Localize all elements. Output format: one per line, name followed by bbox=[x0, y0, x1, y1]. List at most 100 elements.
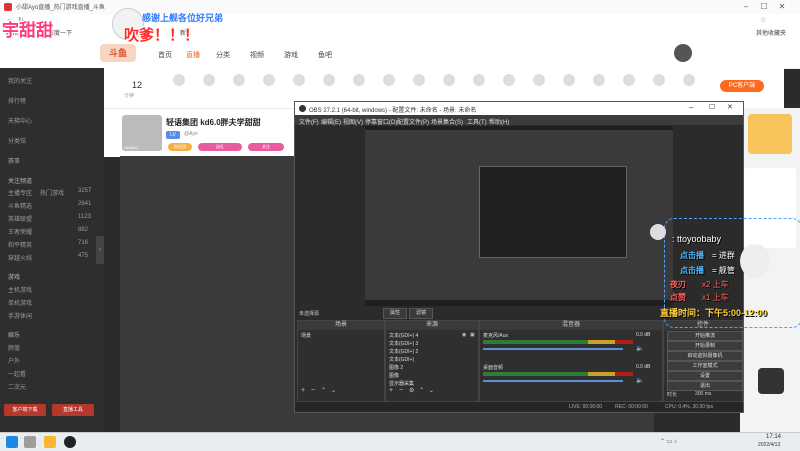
live-tool-button[interactable]: 直播工具 bbox=[52, 404, 94, 416]
virtual-camera-button[interactable]: 启动虚拟摄像机 bbox=[667, 351, 743, 361]
duration-value[interactable]: 300 ms bbox=[695, 391, 711, 397]
nav-live[interactable]: 直播 bbox=[186, 50, 200, 60]
sidebar-item-following[interactable]: 我的关注 bbox=[8, 76, 32, 85]
category-icon[interactable] bbox=[228, 74, 250, 100]
sidebar-collapse-icon[interactable]: ‹ bbox=[96, 236, 104, 264]
nav-game[interactable]: 游戏 bbox=[284, 50, 298, 60]
volume-slider[interactable] bbox=[483, 348, 623, 350]
scene-down-icon[interactable]: ⌄ bbox=[331, 387, 336, 394]
list-item[interactable]: 户外 bbox=[8, 356, 20, 365]
lock-icon[interactable]: ▣ bbox=[470, 332, 475, 338]
menu-profile[interactable]: 配置文件(P) bbox=[397, 117, 429, 126]
category-icon[interactable] bbox=[648, 74, 670, 100]
scene-add-icon[interactable]: + bbox=[301, 387, 305, 394]
pc-client-button[interactable]: PC客户端 bbox=[720, 80, 764, 92]
tag-gift[interactable]: 送礼 bbox=[198, 143, 242, 151]
source-item[interactable]: 文本(GDI+) 4 bbox=[389, 332, 418, 339]
source-add-icon[interactable]: + bbox=[389, 387, 393, 394]
nav-fishbar[interactable]: 鱼吧 bbox=[318, 50, 332, 60]
windows-start-icon[interactable] bbox=[6, 436, 18, 448]
studio-mode-button[interactable]: 工作室模式 bbox=[667, 361, 743, 371]
volume-slider[interactable] bbox=[483, 380, 623, 382]
category-icon[interactable] bbox=[288, 74, 310, 100]
search-icon[interactable] bbox=[24, 436, 36, 448]
speaker-icon[interactable]: 🔈 bbox=[636, 345, 643, 352]
category-icon[interactable] bbox=[528, 74, 550, 100]
source-up-icon[interactable]: ⌃ bbox=[419, 387, 424, 394]
category-icon[interactable] bbox=[558, 74, 580, 100]
site-logo[interactable]: 斗鱼 bbox=[100, 44, 136, 62]
visibility-eye-icon[interactable]: ◉ bbox=[462, 332, 466, 338]
close-icon[interactable]: ✕ bbox=[776, 2, 788, 12]
source-item[interactable]: 文本(GDI+) 2 bbox=[389, 348, 418, 355]
source-item[interactable]: 显示器采集 bbox=[389, 380, 414, 387]
category-icon[interactable] bbox=[168, 74, 190, 100]
list-item[interactable]: 王者荣耀 bbox=[8, 227, 32, 236]
event-banner[interactable] bbox=[748, 114, 792, 154]
category-icon[interactable] bbox=[258, 74, 280, 100]
start-recording-button[interactable]: 开始录制 bbox=[667, 341, 743, 351]
star-icon[interactable]: ☆ bbox=[760, 16, 766, 24]
clock-date[interactable]: 2022/4/13 bbox=[758, 442, 780, 448]
tray-icons[interactable]: ⌃ ▭ ♪ bbox=[660, 438, 677, 445]
nav-video[interactable]: 视频 bbox=[250, 50, 264, 60]
list-item[interactable]: 颜值 bbox=[8, 343, 20, 352]
nav-category[interactable]: 分类 bbox=[216, 50, 230, 60]
sidebar-item-events[interactable]: 赛事 bbox=[8, 156, 20, 165]
source-item[interactable]: 文本(GDI+) bbox=[389, 356, 414, 363]
sidebar-item-category[interactable]: 分类馆 bbox=[8, 136, 26, 145]
bookmark-other-folders[interactable]: 其他收藏夹 bbox=[756, 28, 786, 37]
scene-item[interactable]: 场景 bbox=[298, 330, 384, 341]
source-item[interactable]: 文本(GDI+) 3 bbox=[389, 340, 418, 347]
properties-button[interactable]: 属性 bbox=[383, 308, 407, 319]
source-item[interactable]: 图像 bbox=[389, 372, 399, 379]
start-streaming-button[interactable]: 开始推流 bbox=[667, 331, 743, 341]
close-icon[interactable]: ✕ bbox=[727, 103, 733, 111]
exit-button[interactable]: 退出 bbox=[667, 381, 743, 391]
file-explorer-icon[interactable] bbox=[44, 436, 56, 448]
list-item[interactable]: 二次元 bbox=[8, 382, 26, 391]
source-settings-icon[interactable]: ⚙ bbox=[409, 387, 414, 394]
minimize-icon[interactable]: – bbox=[740, 2, 752, 12]
obs-preview[interactable] bbox=[365, 126, 673, 306]
sidebar-item-ranking[interactable]: 排行榜 bbox=[8, 96, 26, 105]
category-icon[interactable] bbox=[678, 74, 700, 100]
list-item[interactable]: 穿越火线 bbox=[8, 253, 32, 262]
list-item[interactable]: 英雄联盟 bbox=[8, 214, 32, 223]
source-item[interactable]: 图像 2 bbox=[389, 364, 403, 371]
menu-help[interactable]: 帮助(H) bbox=[489, 117, 509, 126]
list-item[interactable]: 一起看 bbox=[8, 369, 26, 378]
list-item[interactable]: 主播专区 bbox=[8, 188, 32, 197]
category-icon[interactable] bbox=[498, 74, 520, 100]
category-icon[interactable] bbox=[318, 74, 340, 100]
maximize-icon[interactable]: ☐ bbox=[709, 103, 715, 111]
menu-scene-collection[interactable]: 场景集合(S) bbox=[431, 117, 463, 126]
obs-taskbar-icon[interactable] bbox=[64, 436, 76, 448]
settings-button[interactable]: 设置 bbox=[667, 371, 743, 381]
list-item[interactable]: 手游休闲 bbox=[8, 311, 32, 320]
menu-file[interactable]: 文件(F) bbox=[299, 117, 319, 126]
clock-time[interactable]: 17:14 bbox=[766, 434, 781, 440]
maximize-icon[interactable]: ☐ bbox=[758, 2, 770, 12]
nav-home[interactable]: 首页 bbox=[158, 50, 172, 60]
category-icon[interactable] bbox=[408, 74, 430, 100]
list-item[interactable]: 主机游戏 bbox=[8, 285, 32, 294]
menu-edit[interactable]: 编辑(E) bbox=[321, 117, 341, 126]
menu-view[interactable]: 视图(V) bbox=[343, 117, 363, 126]
sidebar-item-ladder[interactable]: 天梯中心 bbox=[8, 116, 32, 125]
category-icon[interactable] bbox=[198, 74, 220, 100]
anchor-name[interactable]: @Ayo bbox=[184, 131, 198, 137]
category-icon[interactable] bbox=[618, 74, 640, 100]
list-item[interactable]: 和平精英 bbox=[8, 240, 32, 249]
category-icon[interactable] bbox=[378, 74, 400, 100]
source-remove-icon[interactable]: − bbox=[399, 387, 403, 394]
category-icon[interactable] bbox=[468, 74, 490, 100]
menu-tools[interactable]: 工具(T) bbox=[467, 117, 487, 126]
list-item[interactable]: 斗鱼精选 bbox=[8, 201, 32, 210]
browser-tab-title[interactable]: 小甜Ayo直播_热门游戏直播_斗鱼 bbox=[16, 2, 105, 11]
category-icon[interactable] bbox=[438, 74, 460, 100]
list-item[interactable]: 单机游戏 bbox=[8, 298, 32, 307]
filters-button[interactable]: 滤镜 bbox=[409, 308, 433, 319]
client-download-button[interactable]: 客户端下载 bbox=[4, 404, 46, 416]
tag-fanclub[interactable]: 粉丝团 bbox=[168, 143, 192, 151]
